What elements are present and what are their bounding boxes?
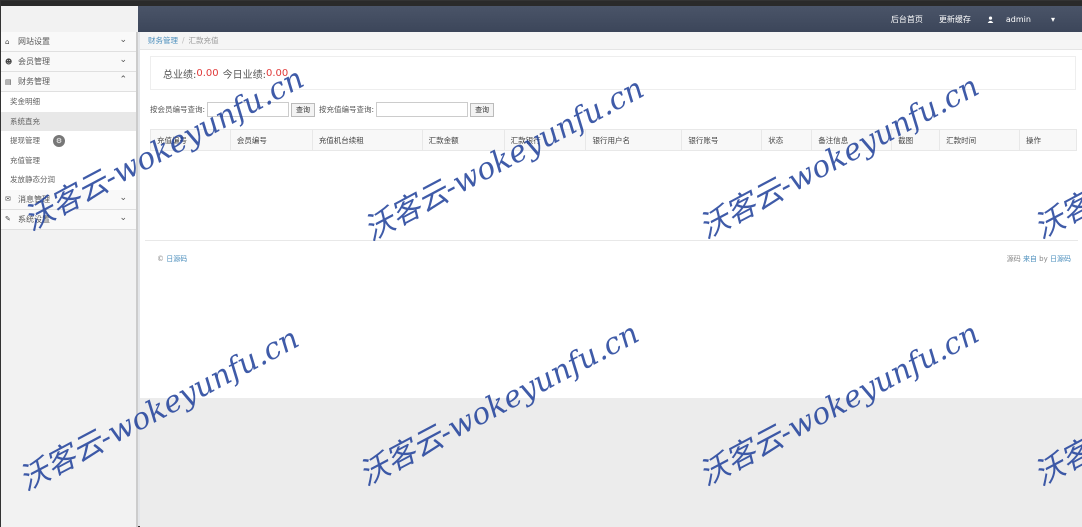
sidebar-group-label: 网站设置 <box>18 37 50 46</box>
user-icon <box>987 15 994 23</box>
member-query-button[interactable]: 查询 <box>291 102 316 117</box>
order-search-label: 按充值编号查询: <box>319 105 375 114</box>
footer-divider <box>145 240 1078 241</box>
footer-source-text: 源码 <box>1006 255 1021 263</box>
nav-home-link[interactable]: 后台首页 <box>883 14 931 25</box>
sidebar-item-label: 提现管理 <box>10 136 40 146</box>
order-search-input[interactable] <box>376 102 469 117</box>
sidebar-item-bonus-detail[interactable]: 奖金明细 <box>1 92 136 112</box>
breadcrumb-parent-link[interactable]: 财务管理 <box>148 35 178 46</box>
user-menu[interactable]: admin ▾ <box>979 15 1071 24</box>
member-search-input[interactable] <box>207 102 290 117</box>
edit-icon: ✎ <box>5 215 11 223</box>
sidebar-item-label: 系统直充 <box>10 116 40 126</box>
col-header: 银行用户名 <box>585 129 683 151</box>
chevron-down-icon: ⌄ <box>119 55 127 65</box>
col-header: 汇款银行 <box>503 129 587 151</box>
footer-left-link[interactable]: 日源码 <box>166 255 187 263</box>
chevron-up-icon: ⌃ <box>119 75 127 85</box>
caret-down-icon: ▾ <box>1050 14 1055 24</box>
search-bar: 按会员编号查询: 查询 按充值编号查询: 查询 <box>150 101 498 118</box>
sidebar-item-withdraw[interactable]: 提现管理 ⚙ <box>1 131 136 151</box>
top-navbar: 后台首页 更新缓存 admin ▾ <box>1 6 1082 32</box>
envelope-icon: ✉ <box>5 195 11 203</box>
col-header: 状态 <box>761 129 813 151</box>
sidebar-item-recharge[interactable]: 充值管理 <box>1 151 136 171</box>
today-performance-value: 0.00 <box>266 67 289 79</box>
sidebar-group-members[interactable]: ☻ 会员管理 ⌄ <box>1 52 136 72</box>
main-content: 财务管理 / 汇款充值 总业绩: 0.00 今日业绩: 0.00 按会员编号查询… <box>140 32 1082 398</box>
home-icon: ⌂ <box>5 37 10 46</box>
sidebar-group-messages[interactable]: ✉ 消息管理 ⌄ <box>1 189 136 210</box>
sidebar-item-label: 充值管理 <box>10 155 40 165</box>
col-header: 备注信息 <box>811 129 893 151</box>
sidebar-group-label: 会员管理 <box>18 57 50 66</box>
total-performance-value: 0.00 <box>196 67 219 79</box>
order-query-button[interactable]: 查询 <box>470 102 495 117</box>
users-icon: ☻ <box>5 57 13 66</box>
sidebar-group-label: 系统设置 <box>18 214 50 224</box>
settings-badge-icon: ⚙ <box>53 135 65 147</box>
app-window: 后台首页 更新缓存 admin ▾ ⌂ 网站设置 ⌄ ☻ 会员管理 ⌄ ▤ 财务… <box>0 0 1082 527</box>
total-performance-label: 总业绩: <box>163 69 197 81</box>
footer-from-link[interactable]: 来自 <box>1023 255 1037 263</box>
today-performance-label: 今日业绩: <box>222 69 267 81</box>
col-header: 银行账号 <box>681 129 763 151</box>
chevron-down-icon: ⌄ <box>119 35 127 45</box>
nav-update-cache-link[interactable]: 更新缓存 <box>931 14 979 25</box>
member-search-label: 按会员编号查询: <box>150 105 206 114</box>
footer-right-link[interactable]: 日源码 <box>1050 255 1071 263</box>
footer-copyright: © 日源码 <box>157 254 187 264</box>
sidebar-item-label: 奖金明细 <box>10 97 40 107</box>
col-header: 充值编号 <box>150 129 231 151</box>
breadcrumb: 财务管理 / 汇款充值 <box>140 32 1082 50</box>
sidebar-item-label: 发放静态分润 <box>10 175 55 185</box>
sidebar: ⌂ 网站设置 ⌄ ☻ 会员管理 ⌄ ▤ 财务管理 ⌃ 奖金明细 系统直充 提现管… <box>1 32 138 527</box>
sidebar-group-label: 消息管理 <box>18 194 50 204</box>
breadcrumb-separator: / <box>182 36 185 45</box>
chevron-down-icon: ⌄ <box>119 192 127 203</box>
copyright-symbol: © <box>157 255 164 263</box>
col-header: 截图 <box>891 129 941 151</box>
chevron-down-icon: ⌄ <box>119 212 127 223</box>
footer-credits: 源码 来自 by 日源码 <box>1007 254 1071 264</box>
finance-submenu: 奖金明细 系统直充 提现管理 ⚙ 充值管理 发放静态分润 <box>1 92 136 190</box>
breadcrumb-current: 汇款充值 <box>188 36 219 45</box>
wallet-icon: ▤ <box>5 77 12 86</box>
navbar-left-strip <box>1 6 138 32</box>
col-header: 汇款时间 <box>939 129 1020 151</box>
user-name: admin <box>1005 14 1031 24</box>
performance-summary: 总业绩: 0.00 今日业绩: 0.00 <box>150 56 1076 90</box>
navbar-links: 后台首页 更新缓存 admin ▾ <box>883 6 1071 32</box>
sidebar-group-system[interactable]: ✎ 系统设置 ⌄ <box>1 209 136 230</box>
sidebar-item-system-recharge[interactable]: 系统直充 <box>1 111 136 131</box>
col-header: 会员编号 <box>229 129 313 151</box>
col-header: 充值机台续租 <box>311 129 423 151</box>
sidebar-item-static-dividend[interactable]: 发放静态分润 <box>1 170 136 190</box>
col-header: 汇款金额 <box>421 129 505 151</box>
sidebar-group-label: 财务管理 <box>18 77 50 86</box>
sidebar-group-finance[interactable]: ▤ 财务管理 ⌃ <box>1 72 136 92</box>
page-background-area <box>140 398 1082 527</box>
footer-by-text: by <box>1039 255 1048 263</box>
col-header: 操作 <box>1018 129 1078 151</box>
recharge-table: 充值编号 会员编号 充值机台续租 汇款金额 汇款银行 银行用户名 银行账号 状态… <box>150 129 1078 151</box>
table-header-row: 充值编号 会员编号 充值机台续租 汇款金额 汇款银行 银行用户名 银行账号 状态… <box>150 129 1078 151</box>
sidebar-group-site-settings[interactable]: ⌂ 网站设置 ⌄ <box>1 32 136 52</box>
